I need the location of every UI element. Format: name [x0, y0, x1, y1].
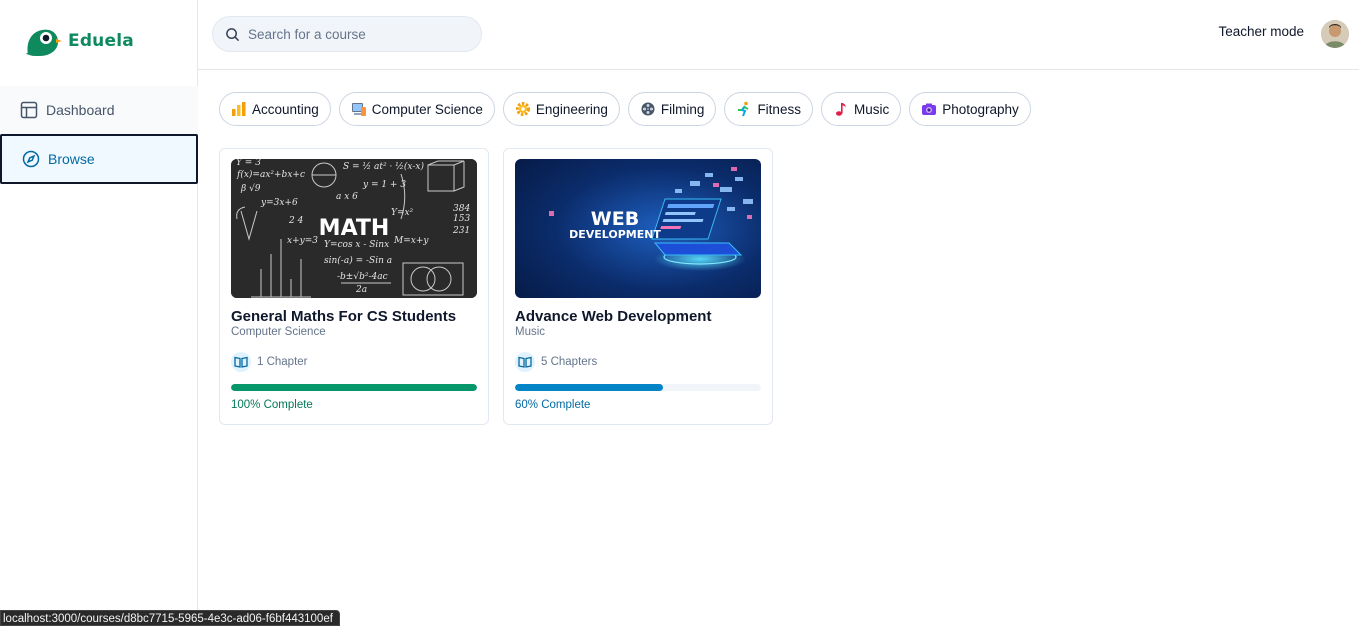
sidebar-item-label: Browse	[48, 151, 95, 167]
course-chapters: 1 Chapter	[231, 352, 308, 372]
sidebar-item-dashboard[interactable]: Dashboard	[0, 86, 198, 134]
svg-text:S = ½ at² · ½(x-x): S = ½ at² · ½(x-x)	[343, 161, 424, 172]
status-bar-url: localhost:3000/courses/d8bc7715-5965-4e3…	[0, 610, 340, 626]
category-chip-engineering[interactable]: Engineering	[502, 92, 620, 126]
category-label: Music	[853, 101, 890, 117]
teacher-mode-button[interactable]: Teacher mode	[1218, 24, 1304, 39]
sidebar: Eduela Dashboard Browse	[0, 0, 198, 626]
search-box[interactable]	[212, 16, 482, 52]
category-chip-music[interactable]: Music	[820, 92, 902, 126]
svg-text:a x 6: a x 6	[336, 192, 358, 202]
layout-icon	[20, 101, 38, 119]
runner-icon	[736, 101, 752, 117]
sidebar-nav: Dashboard Browse	[0, 86, 198, 184]
eduela-logo-icon	[24, 24, 62, 58]
category-label: Engineering	[535, 101, 608, 117]
chapter-count: 1 Chapter	[257, 356, 308, 368]
course-title[interactable]: Advance Web Development	[515, 308, 711, 325]
chart-icon	[231, 101, 247, 117]
category-label: Photography	[942, 101, 1019, 117]
svg-text:231: 231	[452, 226, 470, 236]
svg-text:y = 1 + 3: y = 1 + 3	[362, 180, 406, 190]
category-label: Filming	[660, 101, 705, 117]
thumbnail-subtitle: DEVELOPMENT	[569, 228, 661, 241]
camera-icon	[921, 101, 937, 117]
compass-icon	[22, 150, 40, 168]
course-chapters: 5 Chapters	[515, 352, 597, 372]
category-label: Accounting	[252, 101, 319, 117]
progress-fill	[515, 384, 663, 391]
gear-icon	[515, 101, 531, 117]
svg-text:384: 384	[453, 204, 470, 214]
svg-text:-b±√b²-4ac: -b±√b²-4ac	[337, 271, 388, 282]
logo-text: Eduela	[68, 31, 134, 51]
computer-icon	[351, 101, 367, 117]
course-thumbnail[interactable]: WEB DEVELOPMENT	[515, 159, 761, 298]
svg-text:Y = 3: Y = 3	[236, 159, 261, 168]
thumbnail-title: MATH	[319, 216, 390, 241]
svg-text:Y=x²: Y=x²	[391, 208, 414, 218]
avatar[interactable]	[1321, 20, 1349, 48]
book-open-icon	[515, 352, 535, 372]
top-bar: Teacher mode	[198, 0, 1359, 70]
progress-label: 100% Complete	[231, 399, 313, 411]
film-reel-icon	[640, 101, 656, 117]
book-open-icon	[231, 352, 251, 372]
category-chip-filming[interactable]: Filming	[627, 92, 717, 126]
svg-text:M=x+y: M=x+y	[393, 236, 429, 246]
category-label: Fitness	[757, 101, 801, 117]
category-list: Accounting Computer Science Engineering …	[219, 92, 1031, 126]
svg-text:f(x)=ax²+bx+c: f(x)=ax²+bx+c	[236, 169, 305, 180]
svg-text:sin(-a) = -Sin a: sin(-a) = -Sin a	[324, 255, 392, 266]
svg-text:153: 153	[453, 214, 470, 224]
svg-text:2 4: 2 4	[288, 216, 304, 226]
svg-text:β √9: β √9	[240, 183, 261, 194]
category-chip-computer-science[interactable]: Computer Science	[338, 92, 495, 126]
thumbnail-title: WEB	[591, 208, 639, 230]
svg-text:y=3x+6: y=3x+6	[260, 198, 298, 208]
course-category: Music	[515, 326, 546, 338]
category-label: Computer Science	[371, 101, 483, 117]
progress-bar	[231, 384, 477, 391]
search-input[interactable]	[248, 26, 468, 42]
sidebar-item-browse[interactable]: Browse	[0, 134, 198, 184]
category-chip-photography[interactable]: Photography	[909, 92, 1031, 126]
logo[interactable]: Eduela	[24, 24, 134, 58]
course-title[interactable]: General Maths For CS Students	[231, 308, 456, 325]
svg-text:Y=cos x - Sinx: Y=cos x - Sinx	[324, 240, 389, 250]
course-card-general-maths[interactable]: f(x)=ax²+bx+c Y = 3 y=3x+6 2 4 x+y=3 Y=c…	[219, 148, 489, 425]
svg-text:x+y=3: x+y=3	[287, 236, 318, 246]
progress-fill	[231, 384, 477, 391]
chapter-count: 5 Chapters	[541, 356, 598, 368]
course-card-advance-web-development[interactable]: WEB DEVELOPMENT Advance Web Development …	[503, 148, 773, 425]
sidebar-item-label: Dashboard	[46, 102, 115, 118]
music-note-icon	[833, 101, 849, 117]
category-chip-fitness[interactable]: Fitness	[724, 92, 813, 126]
svg-text:2a: 2a	[355, 285, 367, 295]
course-thumbnail[interactable]: f(x)=ax²+bx+c Y = 3 y=3x+6 2 4 x+y=3 Y=c…	[231, 159, 477, 298]
progress-bar	[515, 384, 761, 391]
category-chip-accounting[interactable]: Accounting	[219, 92, 331, 126]
search-icon	[225, 27, 240, 42]
progress-label: 60% Complete	[515, 399, 591, 411]
course-category: Computer Science	[231, 326, 326, 338]
